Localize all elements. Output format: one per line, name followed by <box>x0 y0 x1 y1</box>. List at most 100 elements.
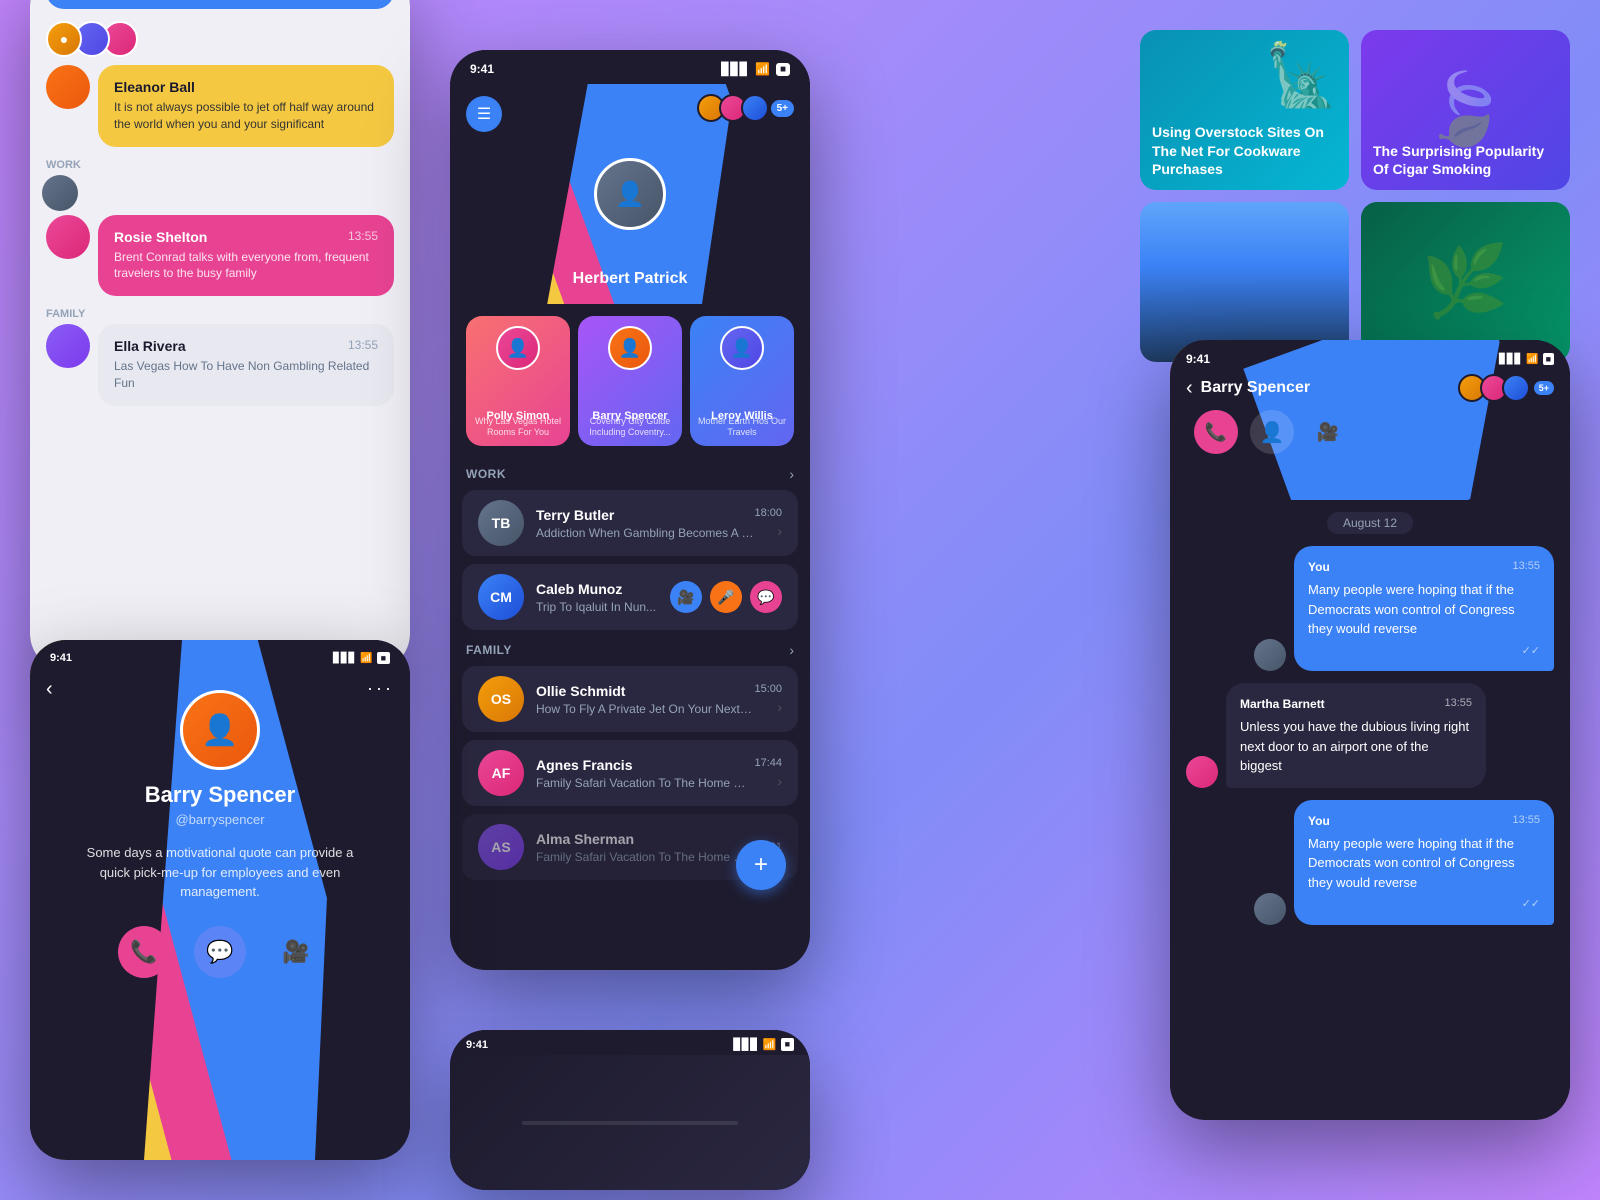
mini-preview-area <box>450 1055 810 1190</box>
profile-status-bar: 9:41 ▊▊▊ 📶 ■ <box>30 652 410 664</box>
eleanor-bubble[interactable]: Eleanor Ball It is not always possible t… <box>98 65 394 147</box>
chat-icon[interactable]: 💬 <box>750 581 782 613</box>
hero-user-name: Herbert Patrick <box>450 270 810 288</box>
preview-agnes: Family Safari Vacation To The Home Of... <box>536 776 754 790</box>
family-arrow-icon[interactable]: › <box>789 642 794 658</box>
profile-username: @barryspencer <box>175 812 264 827</box>
message-preview: It is not always possible to jet off hal… <box>114 99 378 133</box>
story-text-barry: Coventry City Guide Including Coventry..… <box>578 416 682 438</box>
news-title-cigar: The Surprising Popularity Of Cigar Smoki… <box>1373 142 1558 178</box>
family-section-header: FAMILY › <box>450 634 810 662</box>
message-time: 13:55 <box>348 338 378 354</box>
message-sent-2: You 13:55 Many people were hoping that i… <box>1186 800 1554 925</box>
avatar-alma: AS <box>478 824 524 870</box>
bubble-sender: You <box>1308 812 1330 830</box>
message-agnes-francis[interactable]: AF Agnes Francis Family Safari Vacation … <box>462 740 798 806</box>
news-card-cookware[interactable]: 🗽 Using Overstock Sites On The Net For C… <box>1140 30 1349 190</box>
sender-name: Rosie Shelton <box>114 229 207 245</box>
sender-name: Eleanor Ball <box>114 79 378 95</box>
contact-name-terry: Terry Butler <box>536 507 754 523</box>
news-card-leaves[interactable]: 🌿 <box>1361 202 1570 362</box>
rosie-bubble[interactable]: Rosie Shelton 13:55 Brent Conrad talks w… <box>98 215 394 297</box>
story-card-barry[interactable]: 👤 Barry Spencer Coventry City Guide Incl… <box>578 316 682 446</box>
work-section-header: WORK › <box>450 458 810 486</box>
menu-button[interactable]: ☰ <box>466 96 502 132</box>
hero-banner: ☰ 5+ 👤 Herbert Patrick <box>450 84 810 304</box>
time-display: 9:41 <box>50 652 72 664</box>
story-card-leroy[interactable]: 👤 Leroy Willis Mother Earth Hos Our Trav… <box>690 316 794 446</box>
contact-name: Barry Spencer <box>1201 379 1310 397</box>
arrow-icon: › <box>777 699 782 715</box>
ella-bubble[interactable]: Ella Rivera 13:55 Las Vegas How To Have … <box>98 324 394 406</box>
message-received-1: Martha Barnett 13:55 Unless you have the… <box>1186 683 1554 788</box>
profile-avatar: 👤 <box>180 690 260 770</box>
back-button[interactable]: ‹ <box>1186 377 1193 400</box>
news-title-cookware: Using Overstock Sites On The Net For Coo… <box>1152 123 1337 178</box>
section-label-work: WORK <box>30 155 410 175</box>
news-panel: 🗽 Using Overstock Sites On The Net For C… <box>1140 30 1570 362</box>
sender-name: Ella Rivera <box>114 338 186 354</box>
chat-messages-area: August 12 You 13:55 Many people were hop… <box>1170 500 1570 1120</box>
time-display: 9:41 <box>470 62 494 76</box>
story-avatars-header: 5+ <box>697 94 794 122</box>
chat-header-content: 9:41 ▊▊▊ 📶 ■ ‹ Barry Spencer 5+ <box>1170 340 1570 500</box>
time-terry: 18:00 <box>754 507 782 519</box>
news-card-mountain[interactable] <box>1140 202 1349 362</box>
message-sent-1: You 13:55 Many people were hoping that i… <box>1186 546 1554 671</box>
work-label: WORK <box>466 467 506 481</box>
news-card-cigar[interactable]: 🍃 The Surprising Popularity Of Cigar Smo… <box>1361 30 1570 190</box>
contact-name-alma: Alma Sherman <box>536 831 754 847</box>
work-arrow-icon[interactable]: › <box>789 466 794 482</box>
story-avatar[interactable] <box>1502 374 1530 402</box>
bubble-sender: Martha Barnett <box>1240 695 1325 713</box>
bubble-sender: You <box>1308 558 1330 576</box>
phone-chat-detail: 9:41 ▊▊▊ 📶 ■ ‹ Barry Spencer 5+ <box>1170 340 1570 1120</box>
bubble-avatar-received <box>1186 756 1218 788</box>
time-agnes: 17:44 <box>754 757 782 769</box>
phone-chat-list: has been on the rise in the U.S. since t… <box>30 0 410 670</box>
video-button[interactable]: 🎥 <box>270 926 322 978</box>
status-icons: ▊▊▊ 📶 ■ <box>721 62 790 76</box>
bubble-time: 13:55 <box>1512 812 1540 830</box>
story-avatar[interactable] <box>741 94 769 122</box>
preview-ollie: How To Fly A Private Jet On Your Next Tr… <box>536 702 754 716</box>
video-call-icon[interactable]: 🎥 <box>670 581 702 613</box>
bubble-time: 13:55 <box>1512 558 1540 576</box>
plant-icon: 🌿 <box>1361 202 1570 362</box>
chat-detail-header: 9:41 ▊▊▊ 📶 ■ ‹ Barry Spencer 5+ <box>1170 340 1570 500</box>
section-label-family: FAMILY <box>30 304 410 324</box>
chat-nav-row: ‹ Barry Spencer 5+ <box>1186 374 1554 402</box>
contact-name-ollie: Ollie Schmidt <box>536 683 754 699</box>
video-call-button[interactable]: 🎥 <box>1306 410 1350 454</box>
status-bar-small: 9:41 ▊▊▊ 📶 ■ <box>450 1030 810 1055</box>
message-terry-butler[interactable]: TB Terry Butler Addiction When Gambling … <box>462 490 798 556</box>
profile-content: 👤 Barry Spencer @barryspencer Some days … <box>30 640 410 1002</box>
story-avatar-barry: 👤 <box>608 326 652 370</box>
audio-icon[interactable]: 🎤 <box>710 581 742 613</box>
contact-name-caleb: Caleb Munoz <box>536 581 670 597</box>
more-count-badge: 5+ <box>771 100 794 117</box>
time-display: 9:41 <box>466 1039 488 1051</box>
phone-main-app: 9:41 ▊▊▊ 📶 ■ ☰ <box>450 50 810 970</box>
call-button[interactable]: 📞 <box>118 926 170 978</box>
check-icon: ✓✓ <box>1308 896 1540 913</box>
preview-terry: Addiction When Gambling Becomes A Pr... <box>536 526 754 540</box>
bubble-content-received-1: Martha Barnett 13:55 Unless you have the… <box>1226 683 1486 788</box>
phone-bottom-small: 9:41 ▊▊▊ 📶 ■ <box>450 1030 810 1190</box>
status-icons: ▊▊▊ 📶 ■ <box>333 652 390 664</box>
story-avatar-polly: 👤 <box>496 326 540 370</box>
date-divider: August 12 <box>1327 512 1413 534</box>
message-caleb-munoz[interactable]: CM Caleb Munoz Trip To Iqaluit In Nun...… <box>462 564 798 630</box>
message-ollie-schmidt[interactable]: OS Ollie Schmidt How To Fly A Private Je… <box>462 666 798 732</box>
message-button[interactable]: 💬 <box>194 926 246 978</box>
bubble-text: Many people were hoping that if the Demo… <box>1308 580 1540 639</box>
chat-status-bar: 9:41 ▊▊▊ 📶 ■ <box>1186 352 1554 366</box>
profile-name: Barry Spencer <box>145 782 295 808</box>
call-button[interactable]: 📞 <box>1194 410 1238 454</box>
scroll-indicator <box>522 1121 738 1125</box>
avatar <box>42 175 78 211</box>
story-text-leroy: Mother Earth Hos Our Travels <box>690 416 794 438</box>
story-card-polly[interactable]: 👤 Polly Simon Why Las Vegas Hotel Rooms … <box>466 316 570 446</box>
compose-fab[interactable]: + <box>736 840 786 890</box>
story-avatar[interactable]: ● <box>46 21 82 57</box>
